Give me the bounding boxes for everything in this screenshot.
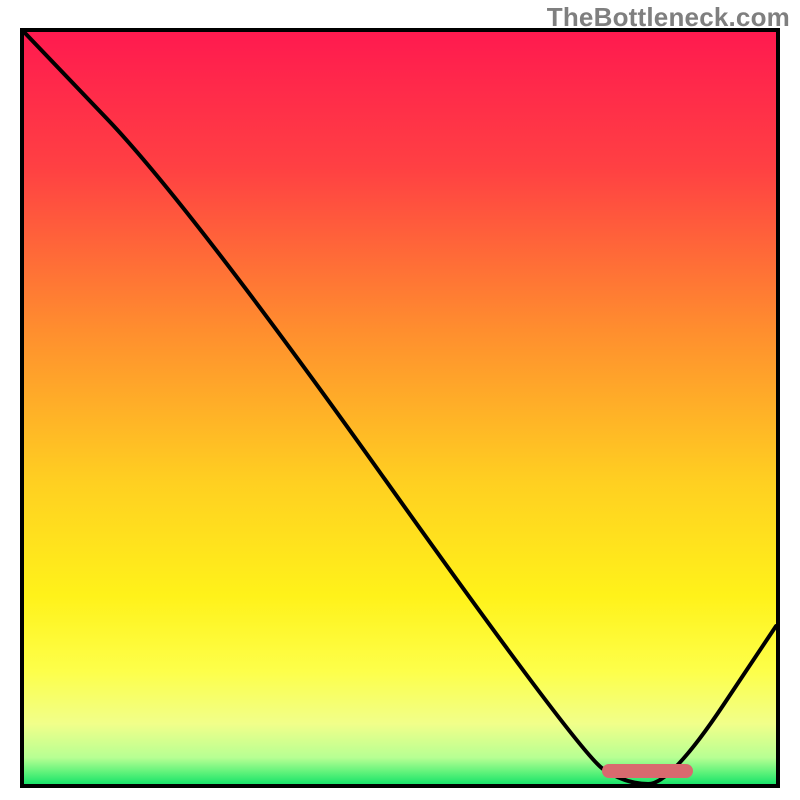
bottleneck-curve-path [24,32,776,784]
optimal-range-marker [602,764,693,778]
curve-layer [24,32,776,784]
chart-stage: TheBottleneck.com [0,0,800,800]
plot-area [20,28,780,788]
